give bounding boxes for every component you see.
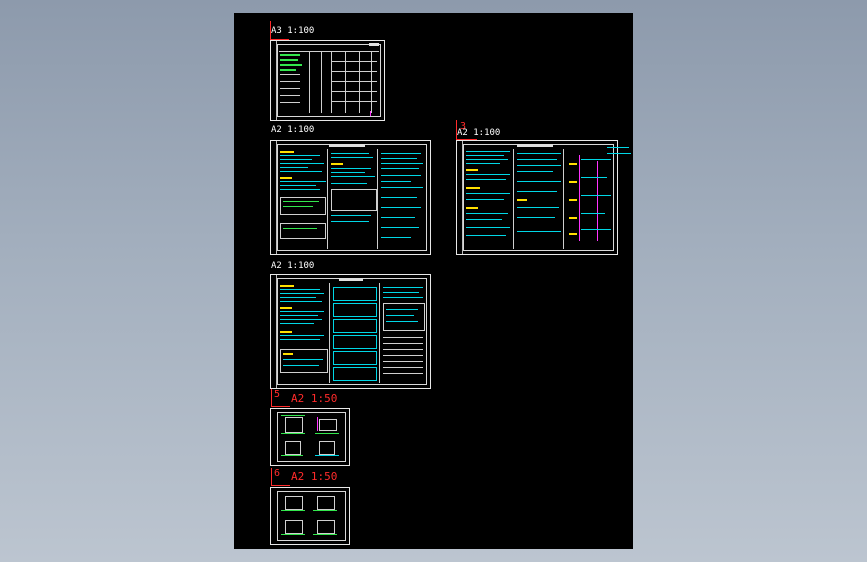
sheet-4-drawing-frame[interactable] <box>270 274 431 389</box>
sheet-1-scale-label: A3 1:100 <box>271 26 315 36</box>
sheet-1-drawing-frame[interactable] <box>270 40 385 121</box>
sheet-5-drawing-frame[interactable] <box>270 408 350 466</box>
sheet-6-scale-label: A2 1:50 <box>291 470 338 483</box>
sheet-3-scale-label: A2 1:100 <box>457 128 501 138</box>
sheet-3-drawing-frame[interactable] <box>456 140 631 255</box>
sheet-2-title <box>329 144 365 147</box>
sheet-3-title <box>517 144 553 147</box>
sheet-4-scale-label: A2 1:100 <box>271 261 315 271</box>
sheet-4-title <box>339 278 363 281</box>
sheet-2-drawing-frame[interactable] <box>270 140 431 255</box>
sheet-5-index: 5 <box>274 389 281 400</box>
sheet-6-index: 6 <box>274 468 281 479</box>
sheet-2-scale-label: A2 1:100 <box>271 125 315 135</box>
model-space-canvas[interactable]: A3 1:100 A2 1:100 3 A2 1:100 A2 1:100 5 … <box>234 13 633 549</box>
sheet-6-drawing-frame[interactable] <box>270 487 350 545</box>
sheet-1-title <box>369 43 379 46</box>
sheet-5-scale-label: A2 1:50 <box>291 392 338 405</box>
